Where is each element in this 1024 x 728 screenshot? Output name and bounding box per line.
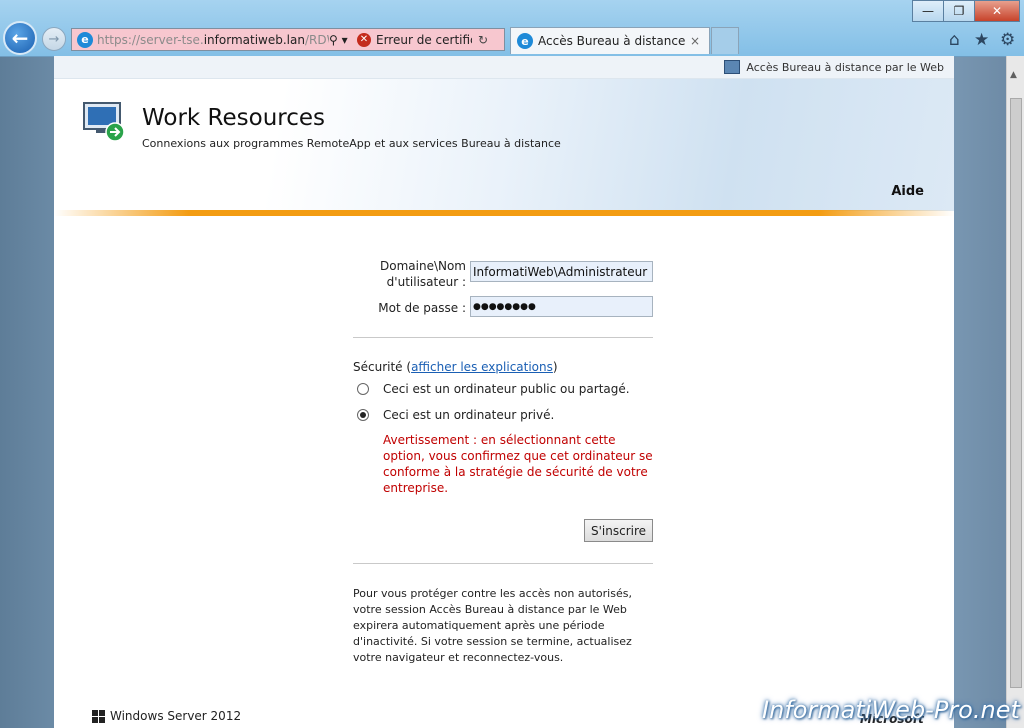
settings-gear-icon[interactable]: ⚙ bbox=[1000, 30, 1015, 50]
security-heading: Sécurité (afficher les explications) bbox=[353, 360, 558, 374]
rd-web-small-icon bbox=[724, 60, 741, 74]
password-input[interactable]: ●●●●●●●● bbox=[470, 296, 653, 317]
refresh-icon[interactable]: ↻ bbox=[478, 33, 488, 47]
windows-logo-icon bbox=[92, 709, 105, 723]
page-title: Work Resources bbox=[142, 105, 326, 131]
address-url[interactable]: https://server-tse.informatiweb.lan/RDWe… bbox=[97, 33, 329, 47]
radio-public-computer[interactable] bbox=[357, 383, 369, 395]
password-mask: ●●●●●●●● bbox=[473, 301, 536, 312]
browser-chrome: — ❐ ✕ ← → e https://server-tse.informati… bbox=[0, 0, 1024, 57]
maximize-button[interactable]: ❐ bbox=[943, 0, 975, 22]
option-private-label[interactable]: Ceci est un ordinateur privé. bbox=[383, 408, 554, 422]
new-tab-button[interactable] bbox=[711, 27, 739, 54]
remote-desktop-logo-icon bbox=[83, 102, 125, 142]
private-warning-text: Avertissement : en sélectionnant cette o… bbox=[383, 433, 653, 495]
ie-page-icon: e bbox=[77, 31, 93, 48]
radio-private-computer[interactable] bbox=[357, 409, 369, 421]
tab-close-icon[interactable]: × bbox=[690, 34, 700, 48]
search-dropdown-icon[interactable]: ⚲ ▾ bbox=[329, 33, 357, 47]
orange-divider bbox=[54, 210, 954, 216]
window-controls: — ❐ ✕ bbox=[912, 0, 1020, 22]
header-banner: Work Resources Connexions aux programmes… bbox=[54, 79, 954, 211]
top-strip: Accès Bureau à distance par le Web bbox=[54, 56, 954, 79]
forward-button[interactable]: → bbox=[42, 27, 66, 51]
page-subtitle: Connexions aux programmes RemoteApp et a… bbox=[142, 137, 561, 150]
back-button[interactable]: ← bbox=[3, 21, 37, 55]
rd-web-page: Accès Bureau à distance par le Web Work … bbox=[54, 56, 954, 728]
home-icon[interactable]: ⌂ bbox=[949, 30, 960, 50]
tab-rd-web-access[interactable]: e Accès Bureau à distance pa... × bbox=[510, 27, 710, 54]
forward-arrow-icon: → bbox=[48, 31, 60, 47]
favorites-star-icon[interactable]: ★ bbox=[974, 30, 989, 50]
separator-top bbox=[353, 337, 653, 338]
watermark: InformatiWeb-Pro.net bbox=[762, 696, 1020, 724]
back-arrow-icon: ← bbox=[11, 26, 29, 50]
os-label: Windows Server 2012 bbox=[110, 709, 242, 723]
certificate-error-label[interactable]: Erreur de certificat bbox=[376, 33, 472, 47]
vertical-scrollbar[interactable]: ▲ bbox=[1006, 56, 1024, 728]
separator-bottom bbox=[353, 563, 653, 564]
tab-label: Accès Bureau à distance pa... bbox=[538, 34, 690, 48]
ie-tab-icon: e bbox=[517, 33, 533, 49]
minimize-button[interactable]: — bbox=[912, 0, 944, 22]
username-input[interactable] bbox=[470, 261, 653, 282]
scrollbar-thumb[interactable] bbox=[1010, 98, 1022, 688]
option-public-label[interactable]: Ceci est un ordinateur public ou partagé… bbox=[383, 382, 630, 396]
help-link[interactable]: Aide bbox=[891, 184, 924, 199]
windows-server-brand: Windows Server 2012 bbox=[92, 709, 241, 723]
sign-in-button[interactable]: S'inscrire bbox=[584, 519, 653, 542]
address-bar[interactable]: e https://server-tse.informatiweb.lan/RD… bbox=[71, 28, 505, 51]
password-label: Mot de passe : bbox=[378, 301, 466, 315]
show-explanations-link[interactable]: afficher les explications bbox=[411, 360, 553, 374]
session-timeout-note: Pour vous protéger contre les accès non … bbox=[353, 587, 632, 664]
close-window-button[interactable]: ✕ bbox=[974, 0, 1020, 22]
certificate-error-icon[interactable]: ✕ bbox=[357, 32, 371, 47]
rd-web-access-link[interactable]: Accès Bureau à distance par le Web bbox=[746, 61, 944, 74]
scroll-up-icon[interactable]: ▲ bbox=[1010, 70, 1017, 80]
username-label: Domaine\Nom d'utilisateur : bbox=[380, 259, 466, 289]
